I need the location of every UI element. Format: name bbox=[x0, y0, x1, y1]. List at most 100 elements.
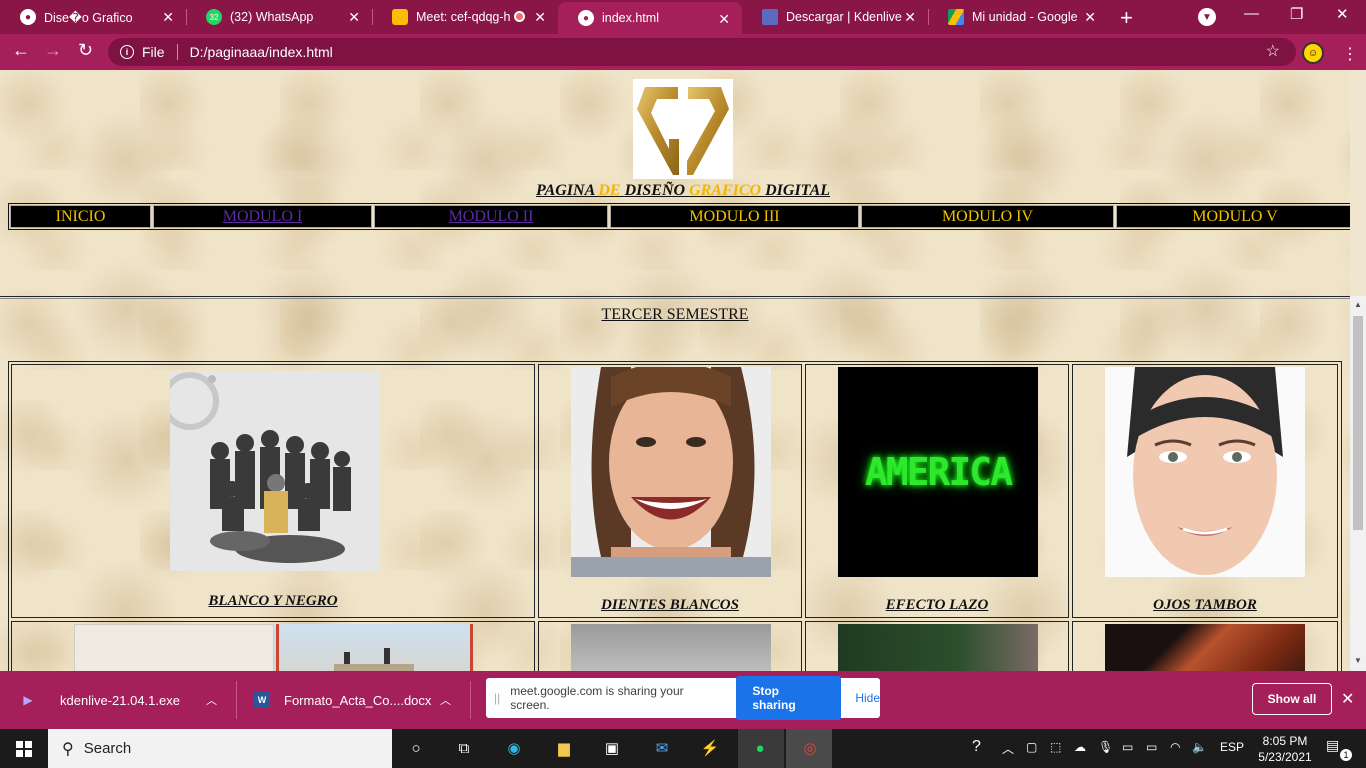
scroll-up-icon[interactable]: ▲ bbox=[1354, 300, 1362, 309]
neon-text: AMERICA bbox=[864, 450, 1013, 494]
woman-face-image[interactable] bbox=[1105, 367, 1305, 577]
new-tab-button[interactable]: + bbox=[1120, 5, 1133, 31]
tab-title: Dise�o Grafico bbox=[44, 10, 133, 25]
reload-icon[interactable]: ↻ bbox=[78, 40, 93, 61]
language-indicator[interactable]: ESP bbox=[1220, 740, 1244, 754]
title-word: DIGITAL bbox=[765, 182, 831, 199]
show-all-button[interactable]: Show all bbox=[1252, 683, 1332, 715]
download-item-docx[interactable]: W Formato_Acta_Co....docx ︿ bbox=[254, 671, 466, 729]
start-button[interactable] bbox=[0, 729, 48, 768]
hide-button[interactable]: Hide bbox=[855, 691, 880, 705]
download-filename: kdenlive-21.04.1.exe bbox=[60, 692, 180, 708]
gallery-caption[interactable]: DIENTES BLANCOS bbox=[539, 597, 801, 614]
cortana-icon[interactable]: ○ bbox=[404, 736, 428, 760]
minimize-icon[interactable]: — bbox=[1244, 5, 1259, 22]
title-word: DISEÑO bbox=[624, 182, 690, 199]
mail-icon[interactable]: ✉ bbox=[650, 736, 674, 760]
horizontal-rule bbox=[0, 296, 1350, 299]
gallery-image[interactable] bbox=[74, 624, 274, 671]
bookmark-star-icon[interactable]: ☆ bbox=[1266, 41, 1280, 61]
window-close-icon[interactable]: ✕ bbox=[1336, 5, 1349, 23]
kdenlive-icon: ▶ bbox=[23, 693, 33, 707]
wifi-icon[interactable]: ◠ bbox=[1170, 740, 1180, 754]
profile-avatar[interactable]: ☺ bbox=[1302, 42, 1324, 64]
back-arrow-icon[interactable]: ← bbox=[12, 40, 30, 61]
scroll-down-icon[interactable]: ▼ bbox=[1354, 656, 1362, 665]
task-view-icon[interactable]: ⧉ bbox=[452, 736, 476, 760]
page-scrollbar[interactable]: ▲ ▼ bbox=[1350, 296, 1366, 671]
tray-app-icon[interactable]: ▭ bbox=[1122, 740, 1133, 754]
restore-icon[interactable]: ❐ bbox=[1290, 5, 1303, 23]
microphone-icon[interactable]: 🎙 bbox=[1098, 740, 1113, 754]
scrollbar-thumb[interactable] bbox=[1353, 316, 1363, 530]
forward-arrow-icon[interactable]: → bbox=[44, 40, 62, 61]
notification-icon[interactable]: ▤ bbox=[1326, 737, 1339, 754]
gallery-caption[interactable]: OJOS TAMBOR bbox=[1073, 597, 1337, 614]
tray-app-icon[interactable]: ▢ bbox=[1026, 740, 1037, 754]
store-icon[interactable]: ▣ bbox=[600, 736, 624, 760]
browser-menu-icon[interactable]: ⋮ bbox=[1342, 44, 1358, 64]
address-url[interactable]: D:/paginaaa/index.html bbox=[190, 44, 333, 60]
tray-app-icon[interactable]: ⬚ bbox=[1050, 740, 1061, 754]
makeup-portrait-image[interactable] bbox=[1105, 624, 1305, 671]
edge-icon[interactable]: ◉ bbox=[502, 736, 526, 760]
semester-link[interactable]: TERCER SEMESTRE bbox=[0, 306, 1350, 324]
screen-share-bar: || meet.google.com is sharing your scree… bbox=[486, 676, 880, 720]
tab-whatsapp[interactable]: 32 (32) WhatsApp ✕ bbox=[186, 0, 372, 34]
taskbar-search[interactable]: ⚲ Search bbox=[48, 729, 392, 768]
browser-toolbar: ← → ↻ i File D:/paginaaa/index.html ☆ bbox=[0, 34, 1366, 70]
smiling-woman-image[interactable] bbox=[571, 367, 771, 577]
address-bar[interactable]: i File D:/paginaaa/index.html bbox=[108, 38, 1296, 66]
gallery-cell-efecto-lazo: AMERICA EFECTO LAZO bbox=[805, 364, 1069, 618]
close-download-bar-icon[interactable]: ✕ bbox=[1341, 689, 1354, 709]
close-tab-icon[interactable]: ✕ bbox=[348, 9, 360, 26]
chevron-up-icon[interactable]: ︿ bbox=[206, 692, 217, 708]
america-neon-image[interactable]: AMERICA bbox=[838, 367, 1038, 577]
file-explorer-icon[interactable]: ▆ bbox=[552, 736, 576, 760]
nav-inicio[interactable]: INICIO bbox=[10, 205, 151, 228]
address-scheme: File bbox=[142, 44, 165, 60]
windows-taskbar: ⚲ Search ○ ⧉ ◉ ▆ ▣ ✉ ⚡ ● ◎ ? ︿ ▢ ⬚ ☁ 🎙 ▭… bbox=[0, 729, 1366, 768]
outdoor-photo-image[interactable] bbox=[274, 624, 474, 671]
app-icon[interactable]: ⚡ bbox=[698, 736, 722, 760]
tab-kdenlive[interactable]: Descargar | Kdenlive ✕ bbox=[742, 0, 928, 34]
close-tab-icon[interactable]: ✕ bbox=[534, 9, 546, 26]
nav-modulo-5[interactable]: MODULO V bbox=[1116, 205, 1350, 228]
battery-icon[interactable]: ▭ bbox=[1146, 740, 1157, 754]
drag-handle-icon[interactable]: || bbox=[494, 691, 500, 705]
spotify-icon[interactable]: ● bbox=[748, 736, 772, 760]
download-bar: ▶ kdenlive-21.04.1.exe ︿ W Formato_Acta_… bbox=[0, 671, 1366, 729]
tab-diseno-grafico[interactable]: ● Dise�o Grafico ✕ bbox=[0, 0, 186, 34]
gallery-table: BLANCO Y NEGRO DIENTES BLANCOS AMERICA E… bbox=[8, 361, 1342, 671]
nav-modulo-1[interactable]: MODULO I bbox=[153, 205, 372, 228]
nav-modulo-4[interactable]: MODULO IV bbox=[861, 205, 1114, 228]
site-info-icon[interactable]: i bbox=[120, 45, 134, 59]
main-nav: INICIO MODULO I MODULO II MODULO III MOD… bbox=[8, 203, 1350, 230]
group-photo-image[interactable] bbox=[170, 371, 380, 571]
volume-icon[interactable]: 🔈 bbox=[1192, 740, 1207, 754]
nav-modulo-3[interactable]: MODULO III bbox=[610, 205, 859, 228]
recording-icon bbox=[514, 11, 525, 22]
bw-portrait-image[interactable] bbox=[571, 624, 771, 671]
kdenlive-icon bbox=[762, 9, 778, 25]
tab-search-icon[interactable]: ▼ bbox=[1198, 8, 1216, 26]
close-tab-icon[interactable]: ✕ bbox=[904, 9, 916, 26]
close-tab-icon[interactable]: ✕ bbox=[162, 9, 174, 26]
tab-google-drive[interactable]: Mi unidad - Google Dr ✕ bbox=[928, 0, 1108, 34]
help-icon[interactable]: ? bbox=[972, 738, 981, 756]
gallery-caption[interactable]: EFECTO LAZO bbox=[806, 597, 1068, 614]
nav-modulo-2[interactable]: MODULO II bbox=[374, 205, 608, 228]
tray-expand-icon[interactable]: ︿ bbox=[1002, 740, 1014, 757]
close-tab-icon[interactable]: ✕ bbox=[1084, 9, 1096, 26]
gallery-caption[interactable]: BLANCO Y NEGRO bbox=[12, 593, 534, 610]
chevron-up-icon[interactable]: ︿ bbox=[440, 692, 451, 708]
stop-sharing-button[interactable]: Stop sharing bbox=[736, 676, 842, 720]
taskbar-clock[interactable]: 8:05 PM 5/23/2021 bbox=[1255, 733, 1315, 765]
tab-meet[interactable]: Meet: cef-qdqg-h ✕ bbox=[372, 0, 558, 34]
chrome-icon[interactable]: ◎ bbox=[798, 736, 822, 760]
onedrive-icon[interactable]: ☁ bbox=[1074, 740, 1086, 754]
tab-index-html[interactable]: ● index.html ✕ bbox=[558, 2, 742, 34]
green-portrait-image[interactable] bbox=[838, 624, 1038, 671]
close-tab-icon[interactable]: ✕ bbox=[718, 11, 730, 28]
download-item-kdenlive[interactable]: ▶ kdenlive-21.04.1.exe ︿ bbox=[20, 671, 232, 729]
